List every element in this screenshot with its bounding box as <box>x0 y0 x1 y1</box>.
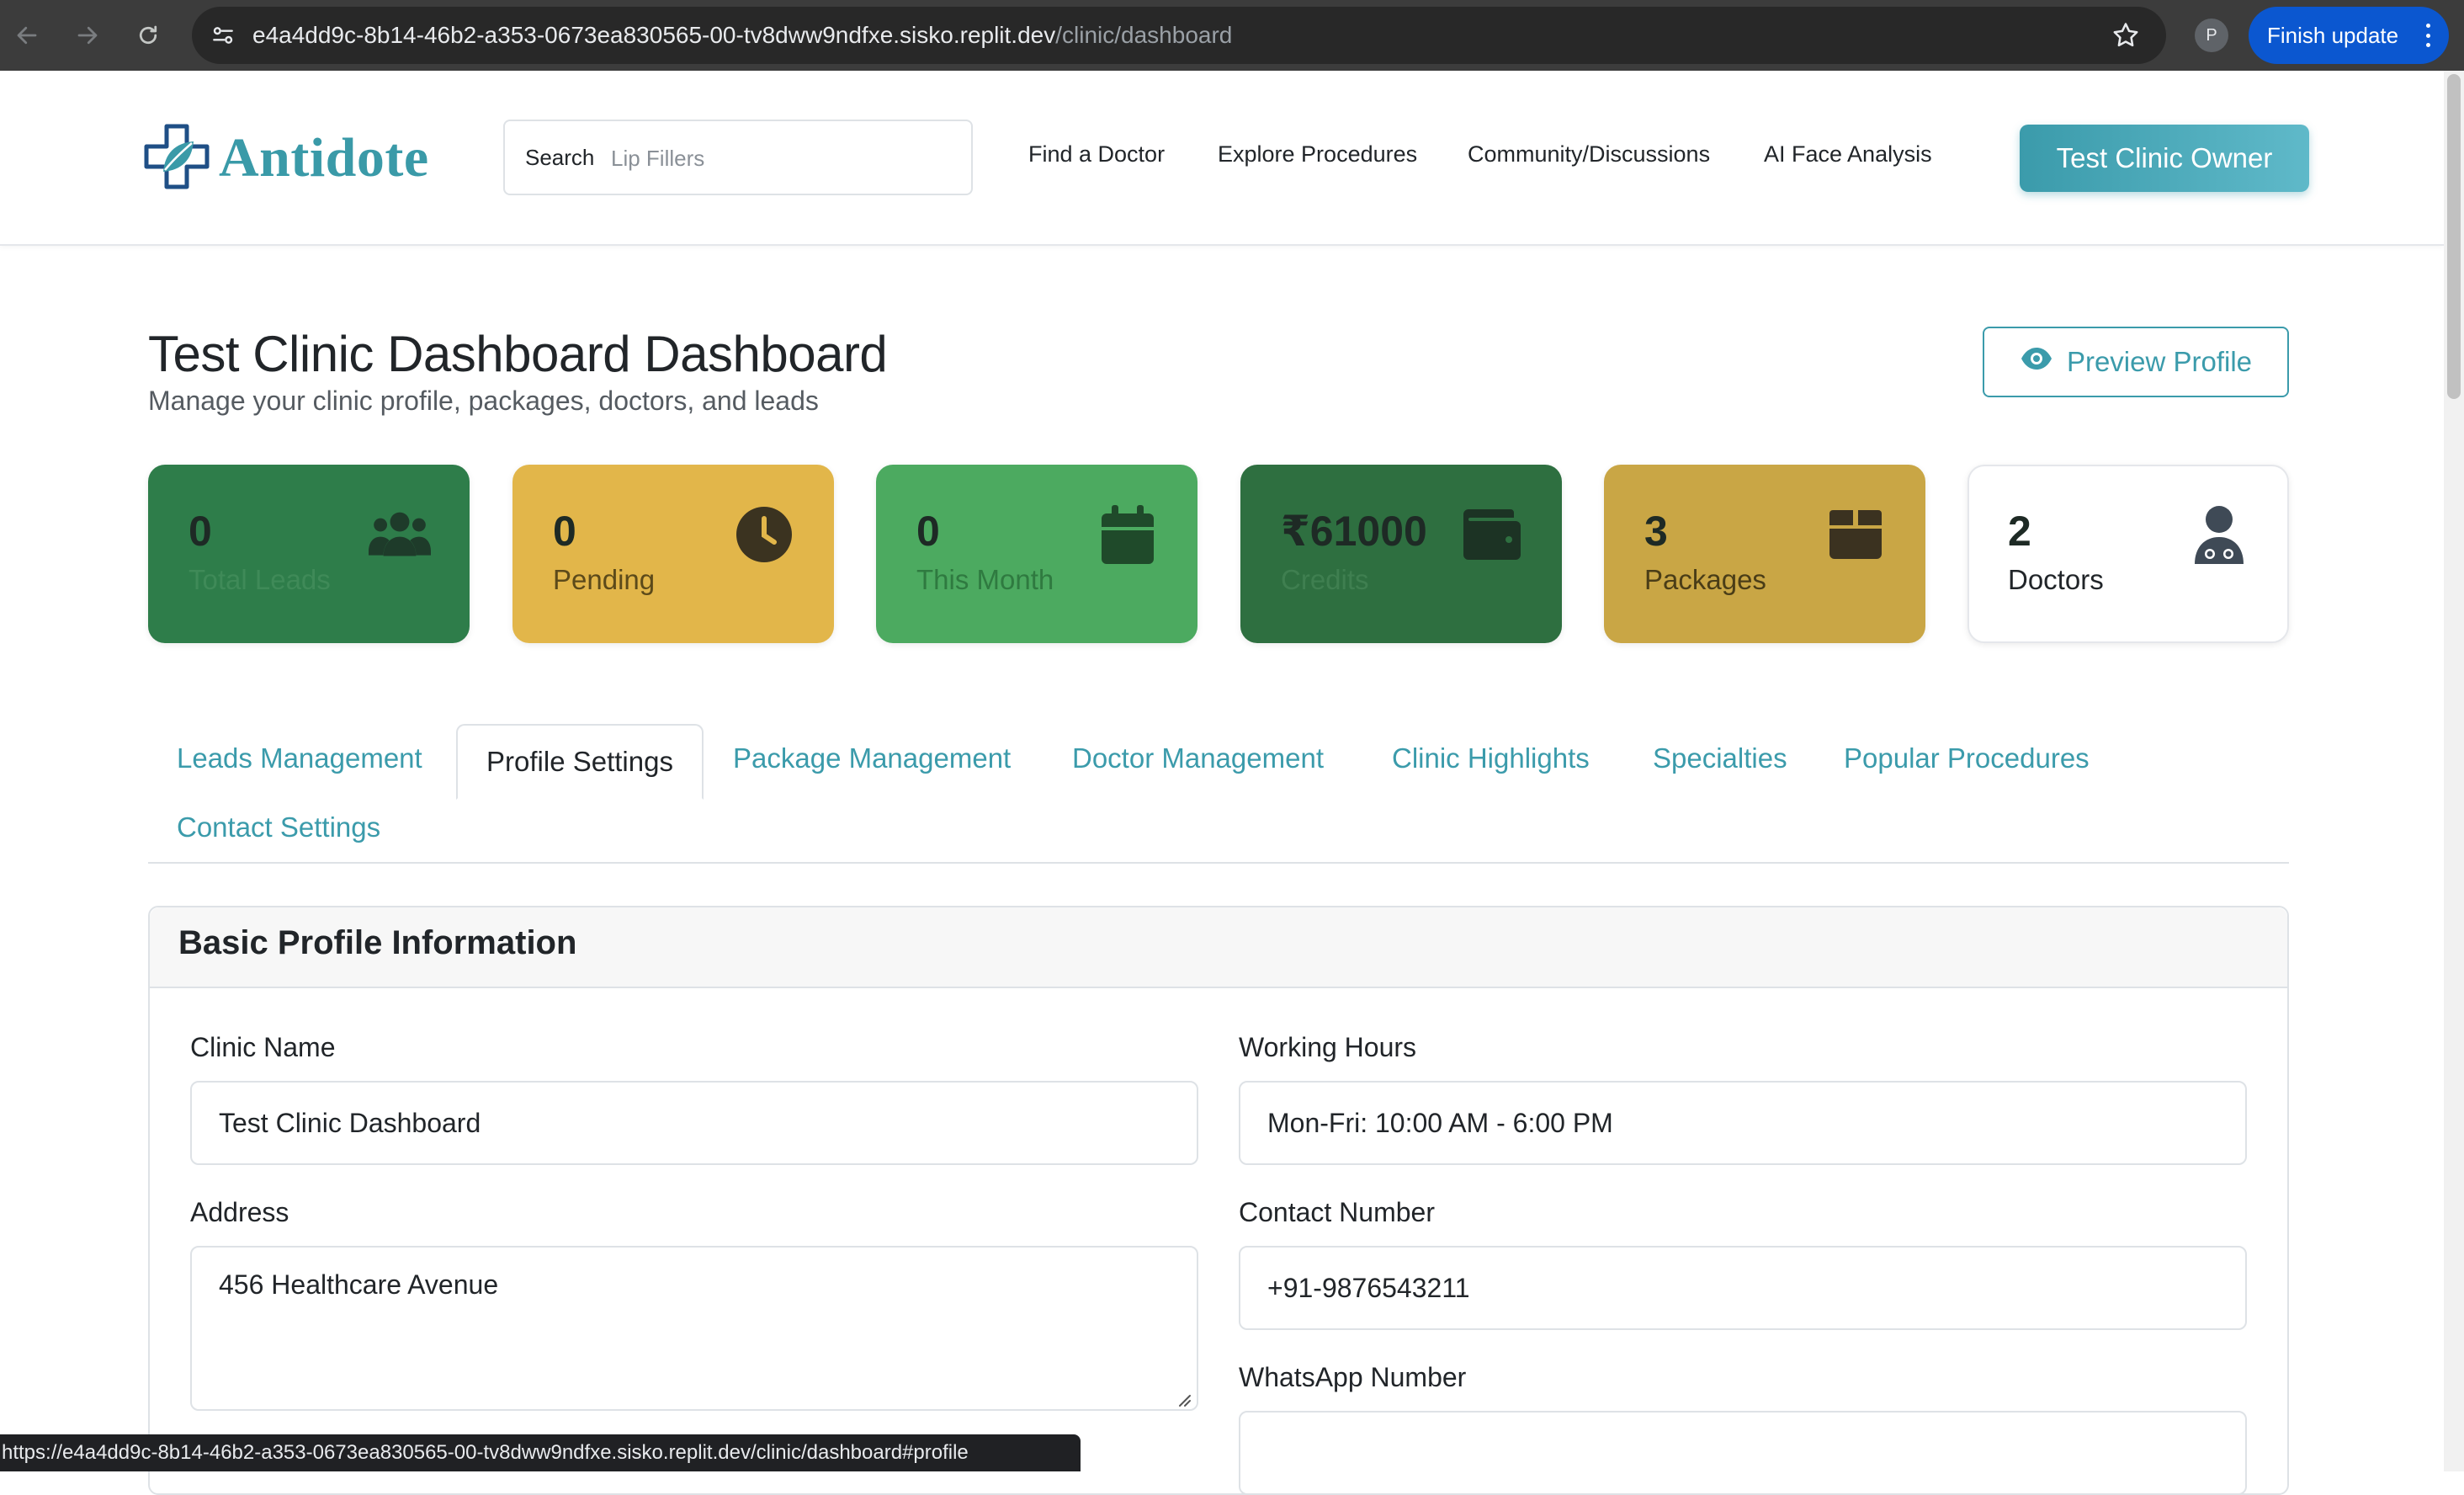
tab-package-management[interactable]: Package Management <box>733 742 1011 774</box>
back-arrow-icon[interactable] <box>7 15 47 56</box>
calendar-icon <box>1097 503 1159 566</box>
more-vert-icon <box>2425 24 2430 47</box>
stat-card-pending: 0 Pending <box>512 465 834 643</box>
address-label: Address <box>190 1197 289 1227</box>
stat-value: 3 <box>1644 508 1668 555</box>
logo[interactable]: Antidote <box>141 124 429 192</box>
stat-card-doctors: 2 Doctors <box>1967 465 2289 643</box>
finish-update-label: Finish update <box>2267 23 2399 48</box>
nav-community-discussions[interactable]: Community/Discussions <box>1468 141 1710 168</box>
search-input[interactable] <box>609 131 949 185</box>
stat-label: Packages <box>1644 564 1766 595</box>
clinic-name-field[interactable] <box>190 1081 1198 1165</box>
page-title: Test Clinic Dashboard Dashboard <box>148 326 888 382</box>
link-status-bar: https://e4a4dd9c-8b14-46b2-a353-0673ea83… <box>0 1434 1081 1471</box>
stat-value: 2 <box>2008 508 2031 555</box>
whatsapp-number-label: WhatsApp Number <box>1239 1362 1467 1392</box>
finish-update-button[interactable]: Finish update <box>2249 7 2449 64</box>
preview-profile-label: Preview Profile <box>2066 346 2253 377</box>
tab-specialties[interactable]: Specialties <box>1653 742 1787 774</box>
preview-profile-button[interactable]: Preview Profile <box>1983 327 2289 397</box>
tab-clinic-highlights[interactable]: Clinic Highlights <box>1392 742 1590 774</box>
working-hours-label: Working Hours <box>1239 1032 1417 1062</box>
search-box[interactable]: Search <box>503 120 973 195</box>
page-subtitle: Manage your clinic profile, packages, do… <box>148 386 819 416</box>
working-hours-field[interactable] <box>1239 1081 2247 1165</box>
tab-popular-procedures[interactable]: Popular Procedures <box>1844 742 2090 774</box>
stat-value: 0 <box>189 508 212 555</box>
address-bar[interactable]: e4a4dd9c-8b14-46b2-a353-0673ea830565-00-… <box>192 7 2166 64</box>
reload-icon[interactable] <box>128 15 168 56</box>
section-title: Basic Profile Information <box>178 924 577 961</box>
doctor-icon <box>2188 503 2250 566</box>
stat-value: ₹61000 <box>1281 508 1427 555</box>
stat-label: Doctors <box>2008 564 2104 595</box>
tabs-divider <box>148 862 2289 864</box>
url-text: e4a4dd9c-8b14-46b2-a353-0673ea830565-00-… <box>252 22 1233 48</box>
users-icon <box>369 503 431 566</box>
nav-find-doctor[interactable]: Find a Doctor <box>1028 141 1165 168</box>
tab-profile-settings[interactable]: Profile Settings <box>456 724 704 800</box>
box-icon <box>1824 503 1887 566</box>
scrollbar-thumb[interactable] <box>2447 74 2461 399</box>
contact-number-field[interactable] <box>1239 1246 2247 1330</box>
panel-header: Basic Profile Information <box>150 907 2287 988</box>
forward-arrow-icon[interactable] <box>67 15 108 56</box>
clock-icon <box>733 503 795 566</box>
user-menu-button[interactable]: Test Clinic Owner <box>2020 125 2309 192</box>
stat-card-total-leads: 0 Total Leads <box>148 465 470 643</box>
stat-label: Pending <box>553 564 656 595</box>
tab-contact-settings[interactable]: Contact Settings <box>177 811 380 843</box>
nav-explore-procedures[interactable]: Explore Procedures <box>1218 141 1417 168</box>
stat-label: Total Leads <box>189 564 331 595</box>
tab-doctor-management[interactable]: Doctor Management <box>1072 742 1324 774</box>
tab-leads-management[interactable]: Leads Management <box>177 742 422 774</box>
contact-number-label: Contact Number <box>1239 1197 1435 1227</box>
search-label: Search <box>525 145 595 170</box>
logo-text: Antidote <box>219 127 429 189</box>
wallet-icon <box>1461 503 1523 566</box>
stat-value: 0 <box>916 508 940 555</box>
eye-icon <box>2020 346 2053 378</box>
resize-handle-icon[interactable] <box>1175 1391 1192 1407</box>
stat-label: This Month <box>916 564 1054 595</box>
nav-ai-face-analysis[interactable]: AI Face Analysis <box>1764 141 1932 168</box>
medical-cross-leaf-icon <box>141 121 212 196</box>
stat-card-packages: 3 Packages <box>1604 465 1925 643</box>
browser-toolbar: e4a4dd9c-8b14-46b2-a353-0673ea830565-00-… <box>0 0 2464 72</box>
whatsapp-number-field[interactable] <box>1239 1411 2247 1495</box>
profile-avatar[interactable]: P <box>2195 19 2228 52</box>
address-field[interactable]: 456 Healthcare Avenue <box>190 1246 1198 1411</box>
stat-card-this-month: 0 This Month <box>876 465 1197 643</box>
stat-value: 0 <box>553 508 576 555</box>
clinic-name-label: Clinic Name <box>190 1032 336 1062</box>
site-settings-icon[interactable] <box>209 22 237 53</box>
bookmark-star-icon[interactable] <box>2111 20 2141 55</box>
stat-label: Credits <box>1281 564 1369 595</box>
stat-card-credits: ₹61000 Credits <box>1240 465 1562 643</box>
